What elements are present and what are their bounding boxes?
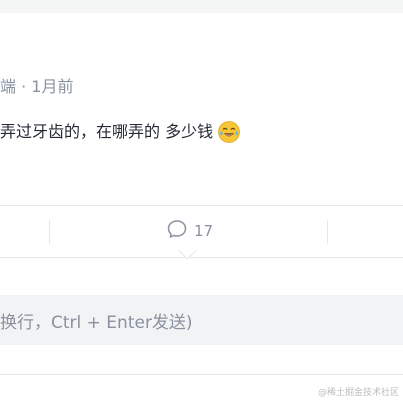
comment-button[interactable]: 17 (166, 219, 213, 243)
comment-input[interactable]: 换行，Ctrl + Enter发送) (0, 295, 403, 345)
comment-input-placeholder: 换行，Ctrl + Enter发送) (0, 312, 193, 333)
action-divider (327, 220, 328, 244)
page: 端 · 1月前 弄过牙齿的，在哪弄的 多少钱 17 换行，Ctrl + Ente… (0, 0, 403, 403)
comment-bubble-icon (166, 218, 188, 244)
action-bar: 17 (0, 205, 403, 258)
comment-count: 17 (194, 222, 214, 240)
comment-card: 端 · 1月前 弄过牙齿的，在哪弄的 多少钱 17 换行，Ctrl + Ente… (0, 13, 403, 403)
comment-text: 弄过牙齿的，在哪弄的 多少钱 (0, 122, 214, 141)
comment-meta: 端 · 1月前 (0, 77, 74, 96)
watermark: @稀土掘金技术社区 (317, 388, 399, 398)
action-divider (49, 220, 50, 244)
divider-line (0, 374, 403, 375)
comment-content: 弄过牙齿的，在哪弄的 多少钱 (0, 120, 241, 144)
tears-of-joy-emoji-icon (217, 120, 241, 144)
